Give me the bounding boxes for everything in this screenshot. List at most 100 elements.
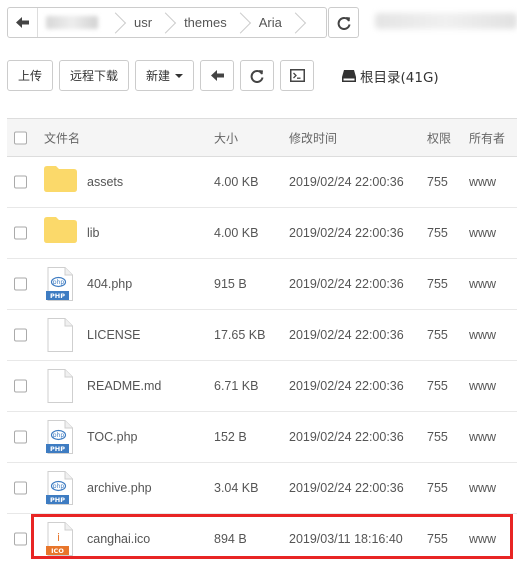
file-owner[interactable]: www: [469, 379, 496, 393]
svg-text:i: i: [57, 531, 60, 544]
file-permission[interactable]: 755: [427, 532, 448, 546]
terminal-icon: [289, 69, 305, 82]
table-row[interactable]: LICENSE 17.65 KB 2019/02/24 22:00:36 755 www: [7, 310, 517, 361]
file-name[interactable]: lib: [87, 226, 100, 240]
table-row[interactable]: lib 4.00 KB 2019/02/24 22:00:36 755 www: [7, 208, 517, 259]
folder-icon: [44, 165, 77, 199]
php-file-icon: php PHP: [44, 267, 77, 301]
header-permission[interactable]: 权限: [427, 129, 451, 146]
row-checkbox[interactable]: [14, 328, 27, 342]
row-checkbox[interactable]: [14, 430, 27, 444]
file-permission[interactable]: 755: [427, 277, 448, 291]
file-name[interactable]: canghai.ico: [87, 532, 150, 546]
table-row[interactable]: php PHP archive.php 3.04 KB 2019/02/24 22:00…: [7, 463, 517, 514]
new-button[interactable]: 新建: [135, 60, 195, 91]
file-icon: [44, 318, 77, 352]
table-header: 文件名 大小 修改时间 权限 所有者: [7, 119, 517, 157]
row-checkbox[interactable]: [14, 532, 27, 546]
file-size: 152 B: [214, 430, 247, 444]
file-owner[interactable]: www: [469, 277, 496, 291]
svg-text:php: php: [53, 432, 65, 439]
go-back-button[interactable]: [200, 60, 235, 91]
file-permission[interactable]: 755: [427, 430, 448, 444]
search-input-blurred[interactable]: [375, 13, 517, 29]
table-row[interactable]: i ICO canghai.ico 894 B 2019/03/11 18:16:40 7…: [7, 514, 517, 562]
file-owner[interactable]: www: [469, 328, 496, 342]
file-permission[interactable]: 755: [427, 379, 448, 393]
file-modified: 2019/02/24 22:00:36: [289, 430, 404, 444]
file-icon: [44, 369, 77, 403]
php-file-icon: php PHP: [44, 471, 77, 505]
row-checkbox[interactable]: [14, 277, 27, 291]
crumb-themes[interactable]: themes: [166, 8, 241, 37]
remote-download-button[interactable]: 远程下载: [59, 60, 130, 91]
header-size[interactable]: 大小: [214, 129, 238, 146]
blurred-text: [46, 16, 98, 29]
arrow-left-icon: [210, 70, 224, 81]
file-name[interactable]: archive.php: [87, 481, 152, 495]
file-modified: 2019/02/24 22:00:36: [289, 481, 404, 495]
folder-icon: [44, 216, 77, 250]
hdd-icon: [342, 70, 356, 82]
path-refresh-button[interactable]: [328, 7, 359, 38]
file-modified: 2019/02/24 22:00:36: [289, 277, 404, 291]
file-modified: 2019/02/24 22:00:36: [289, 328, 404, 342]
row-checkbox[interactable]: [14, 175, 27, 189]
back-button[interactable]: [8, 8, 38, 37]
file-permission[interactable]: 755: [427, 481, 448, 495]
svg-text:php: php: [53, 483, 65, 490]
select-all-checkbox[interactable]: [14, 131, 27, 144]
crumb-label: usr: [134, 15, 153, 30]
toolbar: 上传 远程下载 新建: [7, 60, 315, 91]
file-modified: 2019/02/24 22:00:36: [289, 175, 404, 189]
file-table: 文件名 大小 修改时间 权限 所有者 assets 4.00 KB 2019/02/…: [7, 118, 517, 562]
disk-label: 根目录(41G): [360, 70, 439, 86]
file-owner[interactable]: www: [469, 532, 496, 546]
file-size: 17.65 KB: [214, 328, 266, 342]
file-owner[interactable]: www: [469, 226, 496, 240]
file-owner[interactable]: www: [469, 481, 496, 495]
header-name[interactable]: 文件名: [44, 129, 80, 146]
terminal-button[interactable]: [280, 60, 315, 91]
file-size: 4.00 KB: [214, 175, 259, 189]
caret-down-icon: [175, 73, 184, 78]
path-bar: usr themes Aria: [7, 7, 327, 38]
table-row[interactable]: README.md 6.71 KB 2019/02/24 22:00:36 755 ww…: [7, 361, 517, 412]
arrow-left-icon: [16, 17, 29, 28]
remote-download-label: 远程下载: [70, 69, 119, 83]
file-name[interactable]: 404.php: [87, 277, 132, 291]
file-modified: 2019/02/24 22:00:36: [289, 226, 404, 240]
file-size: 6.71 KB: [214, 379, 259, 393]
row-checkbox[interactable]: [14, 226, 27, 240]
refresh-button[interactable]: [240, 60, 275, 91]
ico-file-icon: i ICO: [44, 522, 77, 556]
file-name[interactable]: TOC.php: [87, 430, 138, 444]
file-owner[interactable]: www: [469, 175, 496, 189]
file-name[interactable]: LICENSE: [87, 328, 141, 342]
file-size: 894 B: [214, 532, 247, 546]
table-row[interactable]: php PHP 404.php 915 B 2019/02/24 22:00:36 755…: [7, 259, 517, 310]
file-owner[interactable]: www: [469, 430, 496, 444]
file-name[interactable]: README.md: [87, 379, 161, 393]
header-modified[interactable]: 修改时间: [289, 129, 337, 146]
disk-root-button[interactable]: 根目录(41G): [342, 66, 439, 86]
svg-text:PHP: PHP: [50, 496, 65, 504]
file-size: 4.00 KB: [214, 226, 259, 240]
file-permission[interactable]: 755: [427, 175, 448, 189]
upload-button[interactable]: 上传: [7, 60, 54, 91]
file-permission[interactable]: 755: [427, 328, 448, 342]
file-modified: 2019/02/24 22:00:36: [289, 379, 404, 393]
php-file-icon: php PHP: [44, 420, 77, 454]
file-permission[interactable]: 755: [427, 226, 448, 240]
table-row[interactable]: assets 4.00 KB 2019/02/24 22:00:36 755 www: [7, 157, 517, 208]
svg-text:PHP: PHP: [50, 292, 65, 300]
row-checkbox[interactable]: [14, 379, 27, 393]
crumb-root-blurred[interactable]: [38, 8, 116, 37]
crumb-label: Aria: [258, 15, 282, 30]
new-label: 新建: [146, 69, 171, 83]
file-name[interactable]: assets: [87, 175, 123, 189]
file-size: 3.04 KB: [214, 481, 259, 495]
row-checkbox[interactable]: [14, 481, 27, 495]
header-owner[interactable]: 所有者: [469, 129, 505, 146]
table-row[interactable]: php PHP TOC.php 152 B 2019/02/24 22:00:36 755…: [7, 412, 517, 463]
